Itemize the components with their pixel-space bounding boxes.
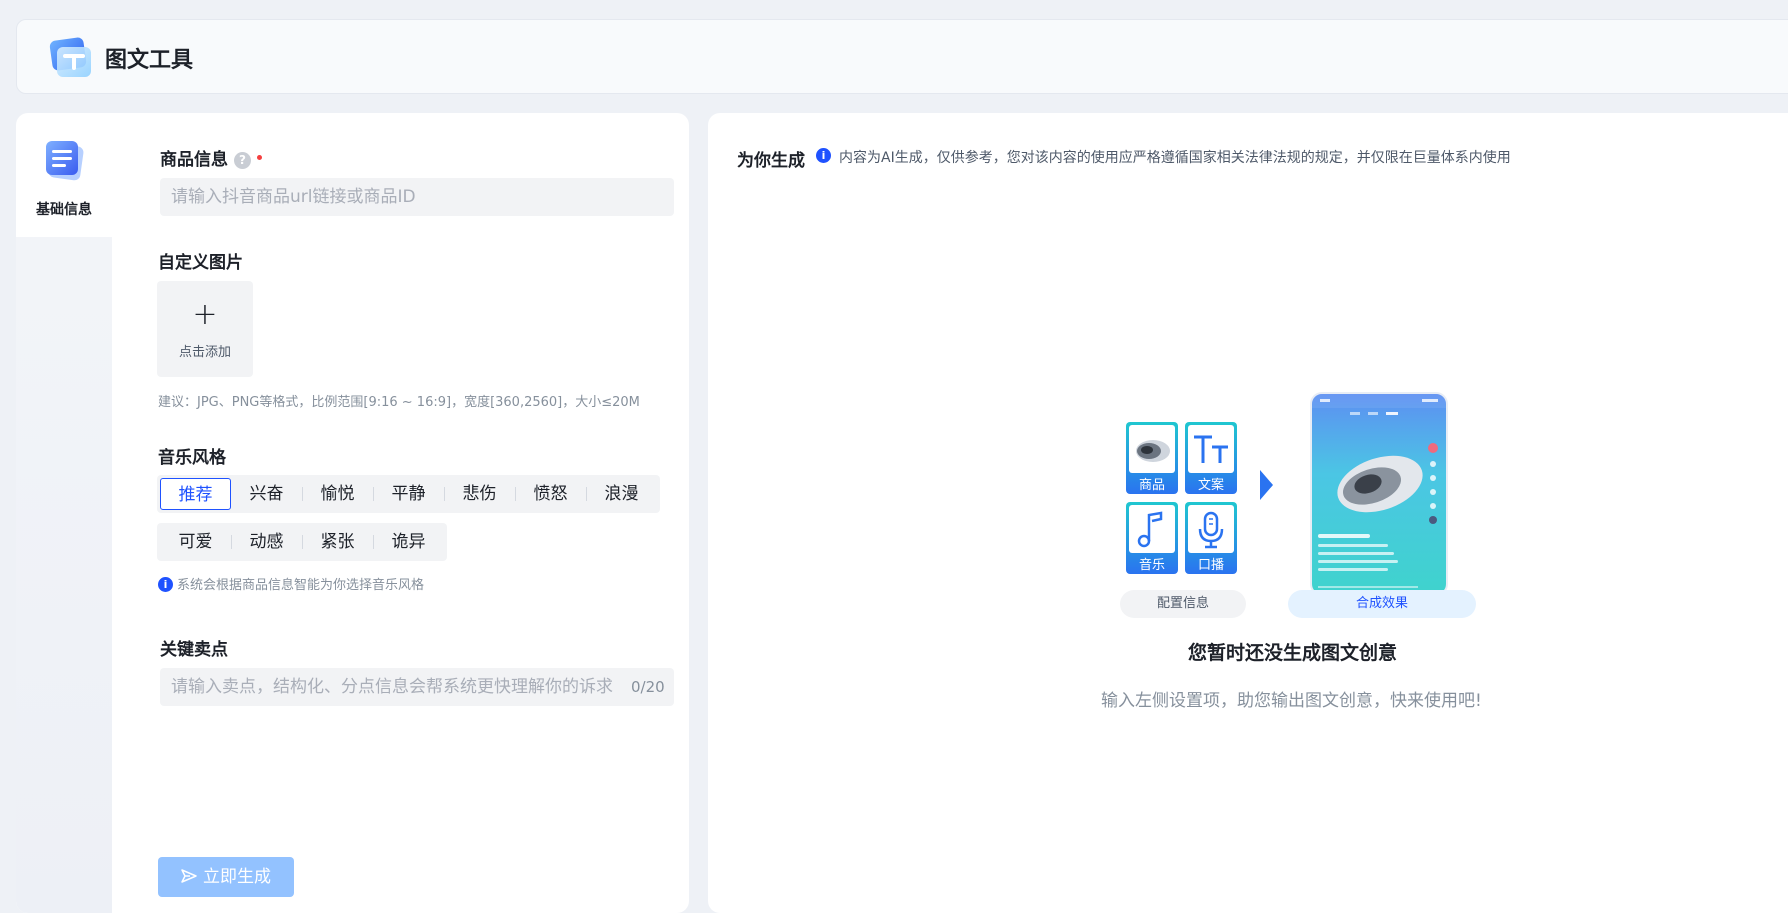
help-icon[interactable]: ? [234, 152, 251, 169]
product-url-placeholder: 请输入抖音商品url链接或商品ID [171, 187, 416, 207]
text-icon [1194, 435, 1228, 463]
tile-label: 文案 [1197, 478, 1224, 493]
selling-points-placeholder: 请输入卖点，结构化、分点信息会帮系统更快理解你的诉求 [171, 677, 613, 697]
empty-state-subtitle-text: 输入左侧设置项，助您输出图文创意，快来使用吧! [1101, 691, 1482, 711]
tile-label: 商品 [1138, 478, 1165, 493]
selling-points-counter: 0/20 [631, 678, 665, 696]
selling-points-label: 关键卖点 [160, 640, 228, 660]
music-option-angry[interactable]: 愤怒 [515, 478, 586, 510]
empty-state-title-text: 您暂时还没生成图文创意 [1188, 642, 1398, 664]
info-icon: i [158, 577, 173, 592]
settings-panel: 基础信息 商品信息? 请输入抖音商品url链接或商品ID 自定义图片 + 点击添… [16, 113, 689, 913]
generate-button-label: 立即生成 [203, 867, 271, 887]
result-panel: 为你生成 i 内容为AI生成，仅供参考，您对该内容的使用应严格遵循国家相关法律法… [708, 113, 1788, 913]
music-option-recommend[interactable]: 推荐 [160, 478, 231, 510]
music-style-row-2: 可爱 动感 紧张 诡异 [157, 523, 447, 561]
tile-label: 口播 [1197, 558, 1224, 573]
music-option-sad[interactable]: 悲伤 [444, 478, 515, 510]
required-indicator [257, 155, 262, 160]
music-hint: i 系统会根据商品信息智能为你选择音乐风格 [158, 574, 424, 593]
music-option-joyful[interactable]: 愉悦 [302, 478, 373, 510]
send-icon [181, 869, 197, 883]
empty-state-subtitle: 输入左侧设置项，助您输出图文创意，快来使用吧! [708, 686, 1788, 711]
product-icon [1136, 440, 1170, 462]
generate-button[interactable]: 立即生成 [158, 857, 294, 897]
product-url-input[interactable]: 请输入抖音商品url链接或商品ID [160, 178, 674, 216]
image-upload-button[interactable]: + 点击添加 [157, 281, 253, 377]
sidebar-item-label: 基础信息 [36, 202, 92, 218]
phone-preview [1310, 392, 1448, 596]
document-icon [46, 141, 84, 181]
result-effect-label: 合成效果 [1288, 590, 1476, 618]
arrow-right-icon [1260, 470, 1273, 500]
preview-image [1312, 394, 1446, 588]
music-hint-text: 系统会根据商品信息智能为你选择音乐风格 [177, 578, 425, 593]
product-info-label-text: 商品信息 [160, 150, 228, 170]
music-option-dynamic[interactable]: 动感 [231, 526, 302, 558]
product-info-label: 商品信息? [160, 145, 262, 170]
top-header: 图文工具 [16, 19, 1788, 94]
music-tile: 音乐 [1126, 502, 1178, 574]
empty-state-illustration: 商品 文案 音乐 口播 配置信息 合成效果 [1116, 390, 1476, 622]
empty-state-title: 您暂时还没生成图文创意 [708, 638, 1788, 665]
app-title: 图文工具 [105, 48, 194, 73]
settings-form: 商品信息? 请输入抖音商品url链接或商品ID 自定义图片 + 点击添加 建议：… [112, 113, 689, 913]
music-option-cute[interactable]: 可爱 [160, 526, 231, 558]
sidebar-item-basic-info[interactable]: 基础信息 [16, 113, 112, 237]
music-option-eerie[interactable]: 诡异 [373, 526, 444, 558]
ai-disclaimer: 内容为AI生成，仅供参考，您对该内容的使用应严格遵循国家相关法律法规的规定，并仅… [839, 150, 1511, 166]
plus-icon: + [192, 297, 218, 332]
text-tile: 文案 [1185, 422, 1237, 494]
info-icon: i [816, 148, 831, 163]
music-option-romantic[interactable]: 浪漫 [586, 478, 657, 510]
side-nav: 基础信息 [16, 113, 112, 913]
image-hint: 建议：JPG、PNG等格式，比例范围[9:16 ~ 16:9]，宽度[360,2… [158, 395, 640, 410]
music-option-tense[interactable]: 紧张 [302, 526, 373, 558]
music-style-row-1: 推荐 兴奋 愉悦 平静 悲伤 愤怒 浪漫 [157, 475, 660, 513]
microphone-icon [1198, 511, 1224, 549]
selling-points-input[interactable]: 请输入卖点，结构化、分点信息会帮系统更快理解你的诉求 [160, 668, 674, 706]
result-title: 为你生成 [737, 151, 805, 171]
music-style-label: 音乐风格 [158, 448, 226, 468]
music-icon [1137, 511, 1163, 548]
upload-label: 点击添加 [178, 345, 231, 360]
voiceover-tile: 口播 [1185, 502, 1237, 574]
music-option-excited[interactable]: 兴奋 [231, 478, 302, 510]
product-tile: 商品 [1126, 422, 1178, 494]
tile-label: 音乐 [1138, 558, 1165, 573]
music-option-calm[interactable]: 平静 [373, 478, 444, 510]
custom-image-label: 自定义图片 [158, 253, 243, 273]
config-info-label: 配置信息 [1120, 590, 1246, 618]
app-logo-icon [49, 37, 91, 77]
